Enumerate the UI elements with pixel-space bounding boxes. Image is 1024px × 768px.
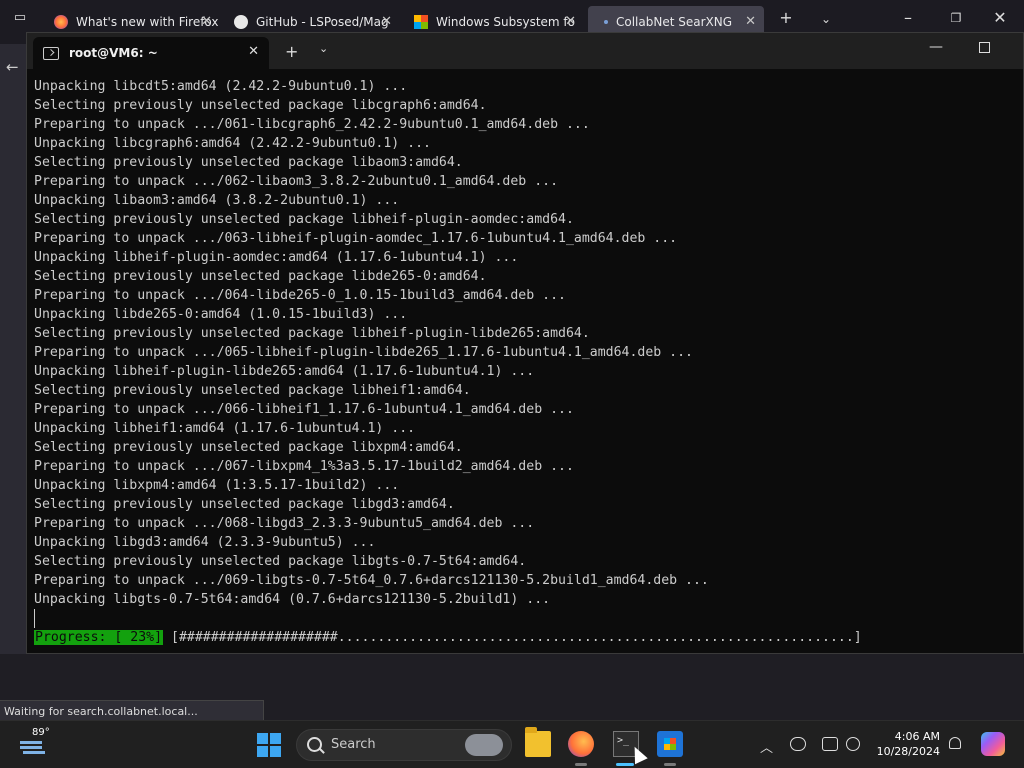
close-icon[interactable]: ✕ bbox=[248, 44, 259, 59]
tab-list-icon[interactable]: ▭ bbox=[6, 10, 34, 25]
close-icon[interactable]: ✕ bbox=[745, 14, 756, 29]
maximize-icon[interactable] bbox=[979, 42, 990, 53]
terminal-line: Selecting previously unselected package … bbox=[34, 497, 455, 512]
time: 4:06 AM bbox=[894, 730, 940, 743]
minimize-icon[interactable]: – bbox=[894, 8, 922, 27]
windows-icon bbox=[414, 15, 428, 29]
new-tab-icon[interactable]: + bbox=[772, 8, 800, 27]
running-indicator bbox=[664, 763, 676, 766]
terminal-line: Selecting previously unselected package … bbox=[34, 440, 463, 455]
windows-logo-pane bbox=[257, 746, 268, 757]
terminal-line: Preparing to unpack .../067-libxpm4_1%3a… bbox=[34, 459, 574, 474]
windows-logo-pane bbox=[270, 746, 281, 757]
terminal-line: Preparing to unpack .../063-libheif-plug… bbox=[34, 231, 678, 246]
file-explorer-icon[interactable] bbox=[525, 727, 551, 757]
chevron-up-icon[interactable]: ︿ bbox=[760, 737, 773, 756]
progress-label: Progress: [ 23%] bbox=[34, 630, 164, 645]
terminal-line: Unpacking libheif-plugin-libde265:amd64 … bbox=[34, 364, 535, 379]
weather-icon bbox=[20, 741, 42, 744]
terminal-line: Unpacking libheif1:amd64 (1.17.6-1ubuntu… bbox=[34, 421, 416, 436]
terminal-tab-title: root@VM6: ~ bbox=[69, 46, 158, 60]
windows-logo-pane bbox=[270, 733, 281, 744]
cursor-line bbox=[34, 609, 1023, 628]
search-icon bbox=[307, 737, 322, 752]
restore-icon[interactable]: ❐ bbox=[942, 11, 970, 25]
start-button[interactable] bbox=[257, 733, 281, 757]
chevron-down-icon[interactable]: ⌄ bbox=[319, 42, 328, 55]
clock[interactable]: 4:06 AM 10/28/2024 bbox=[876, 729, 940, 759]
terminal-line: Unpacking libcgraph6:amd64 (2.42.2-9ubun… bbox=[34, 136, 431, 151]
terminal-titlebar[interactable]: root@VM6: ~ ✕ + ⌄ — bbox=[27, 33, 1023, 69]
loading-icon bbox=[604, 20, 608, 24]
terminal-line: Unpacking libaom3:amd64 (3.8.2-2ubuntu0.… bbox=[34, 193, 400, 208]
taskbar-search[interactable]: Search bbox=[296, 729, 512, 761]
close-icon[interactable]: ✕ bbox=[381, 14, 392, 29]
terminal-line: Selecting previously unselected package … bbox=[34, 155, 463, 170]
terminal-tab[interactable]: root@VM6: ~ ✕ bbox=[33, 37, 269, 69]
firefox-icon[interactable] bbox=[568, 731, 594, 757]
minimize-icon[interactable]: — bbox=[929, 39, 943, 55]
terminal-line: Selecting previously unselected package … bbox=[34, 269, 487, 284]
terminal-line: Selecting previously unselected package … bbox=[34, 98, 487, 113]
terminal-line: Preparing to unpack .../064-libde265-0_1… bbox=[34, 288, 566, 303]
terminal-line: Preparing to unpack .../065-libheif-plug… bbox=[34, 345, 693, 360]
progress-bar: [####################...................… bbox=[171, 630, 862, 645]
date: 10/28/2024 bbox=[876, 745, 940, 758]
tab-label: GitHub - LSPosed/Mag bbox=[256, 15, 389, 29]
notification-bell-icon[interactable] bbox=[949, 737, 961, 749]
terminal-line: Selecting previously unselected package … bbox=[34, 212, 574, 227]
weather-widget[interactable]: 89° bbox=[20, 727, 60, 763]
progress-line: Progress: [ 23%] [####################..… bbox=[34, 628, 1023, 647]
back-arrow-icon[interactable]: ← bbox=[6, 58, 19, 76]
search-placeholder: Search bbox=[331, 737, 376, 752]
browser-status-bar: Waiting for search.collabnet.local... bbox=[0, 700, 264, 721]
microsoft-store-icon[interactable] bbox=[657, 731, 683, 757]
volume-icon[interactable] bbox=[846, 737, 860, 751]
terminal-line: Unpacking libxpm4:amd64 (1:3.5.17-1build… bbox=[34, 478, 400, 493]
taskbar: 89° Search ︿ 4:06 AM 10/28/2024 bbox=[0, 720, 1024, 768]
new-tab-icon[interactable]: + bbox=[285, 42, 298, 61]
search-highlight-icon bbox=[465, 734, 503, 756]
close-icon[interactable]: ✕ bbox=[565, 14, 576, 29]
firefox-icon bbox=[54, 15, 68, 29]
github-icon bbox=[234, 15, 248, 29]
terminal-line: Preparing to unpack .../061-libcgraph6_2… bbox=[34, 117, 590, 132]
onedrive-icon[interactable] bbox=[790, 737, 806, 751]
close-icon[interactable]: ✕ bbox=[201, 14, 212, 29]
network-icon[interactable] bbox=[822, 737, 838, 751]
tab-label: Windows Subsystem fo bbox=[436, 15, 575, 29]
terminal-line: Selecting previously unselected package … bbox=[34, 383, 471, 398]
close-window-icon[interactable]: ✕ bbox=[986, 8, 1014, 27]
terminal-line: Unpacking libgd3:amd64 (2.3.3-9ubuntu5) … bbox=[34, 535, 376, 550]
terminal-line: Selecting previously unselected package … bbox=[34, 554, 527, 569]
terminal-line: Unpacking libheif-plugin-aomdec:amd64 (1… bbox=[34, 250, 519, 265]
terminal-line: Unpacking libgts-0.7-5t64:amd64 (0.7.6+d… bbox=[34, 592, 551, 607]
terminal-line: Unpacking libde265-0:amd64 (1.0.15-1buil… bbox=[34, 307, 408, 322]
terminal-line: Preparing to unpack .../066-libheif1_1.1… bbox=[34, 402, 574, 417]
terminal-icon bbox=[43, 46, 59, 60]
running-indicator bbox=[575, 763, 587, 766]
tab-label: CollabNet SearXNG bbox=[616, 15, 733, 29]
temperature: 89° bbox=[32, 727, 50, 738]
terminal-line: Unpacking libcdt5:amd64 (2.42.2-9ubuntu0… bbox=[34, 79, 408, 94]
browser-nav-strip: ← bbox=[0, 44, 26, 654]
terminal-window[interactable]: root@VM6: ~ ✕ + ⌄ — Unpacking libcdt5:am… bbox=[26, 32, 1024, 654]
terminal-line: Preparing to unpack .../062-libaom3_3.8.… bbox=[34, 174, 559, 189]
windows-logo-pane bbox=[257, 733, 268, 744]
chevron-down-icon[interactable]: ⌄ bbox=[812, 12, 840, 26]
terminal-output[interactable]: Unpacking libcdt5:amd64 (2.42.2-9ubuntu0… bbox=[34, 77, 1023, 653]
tab-label: What's new with Firefox bbox=[76, 15, 219, 29]
terminal-line: Preparing to unpack .../068-libgd3_2.3.3… bbox=[34, 516, 535, 531]
terminal-line: Preparing to unpack .../069-libgts-0.7-5… bbox=[34, 573, 709, 588]
active-indicator bbox=[616, 763, 634, 766]
copilot-icon[interactable] bbox=[981, 732, 1005, 756]
text-cursor bbox=[34, 609, 35, 628]
terminal-line: Selecting previously unselected package … bbox=[34, 326, 590, 341]
